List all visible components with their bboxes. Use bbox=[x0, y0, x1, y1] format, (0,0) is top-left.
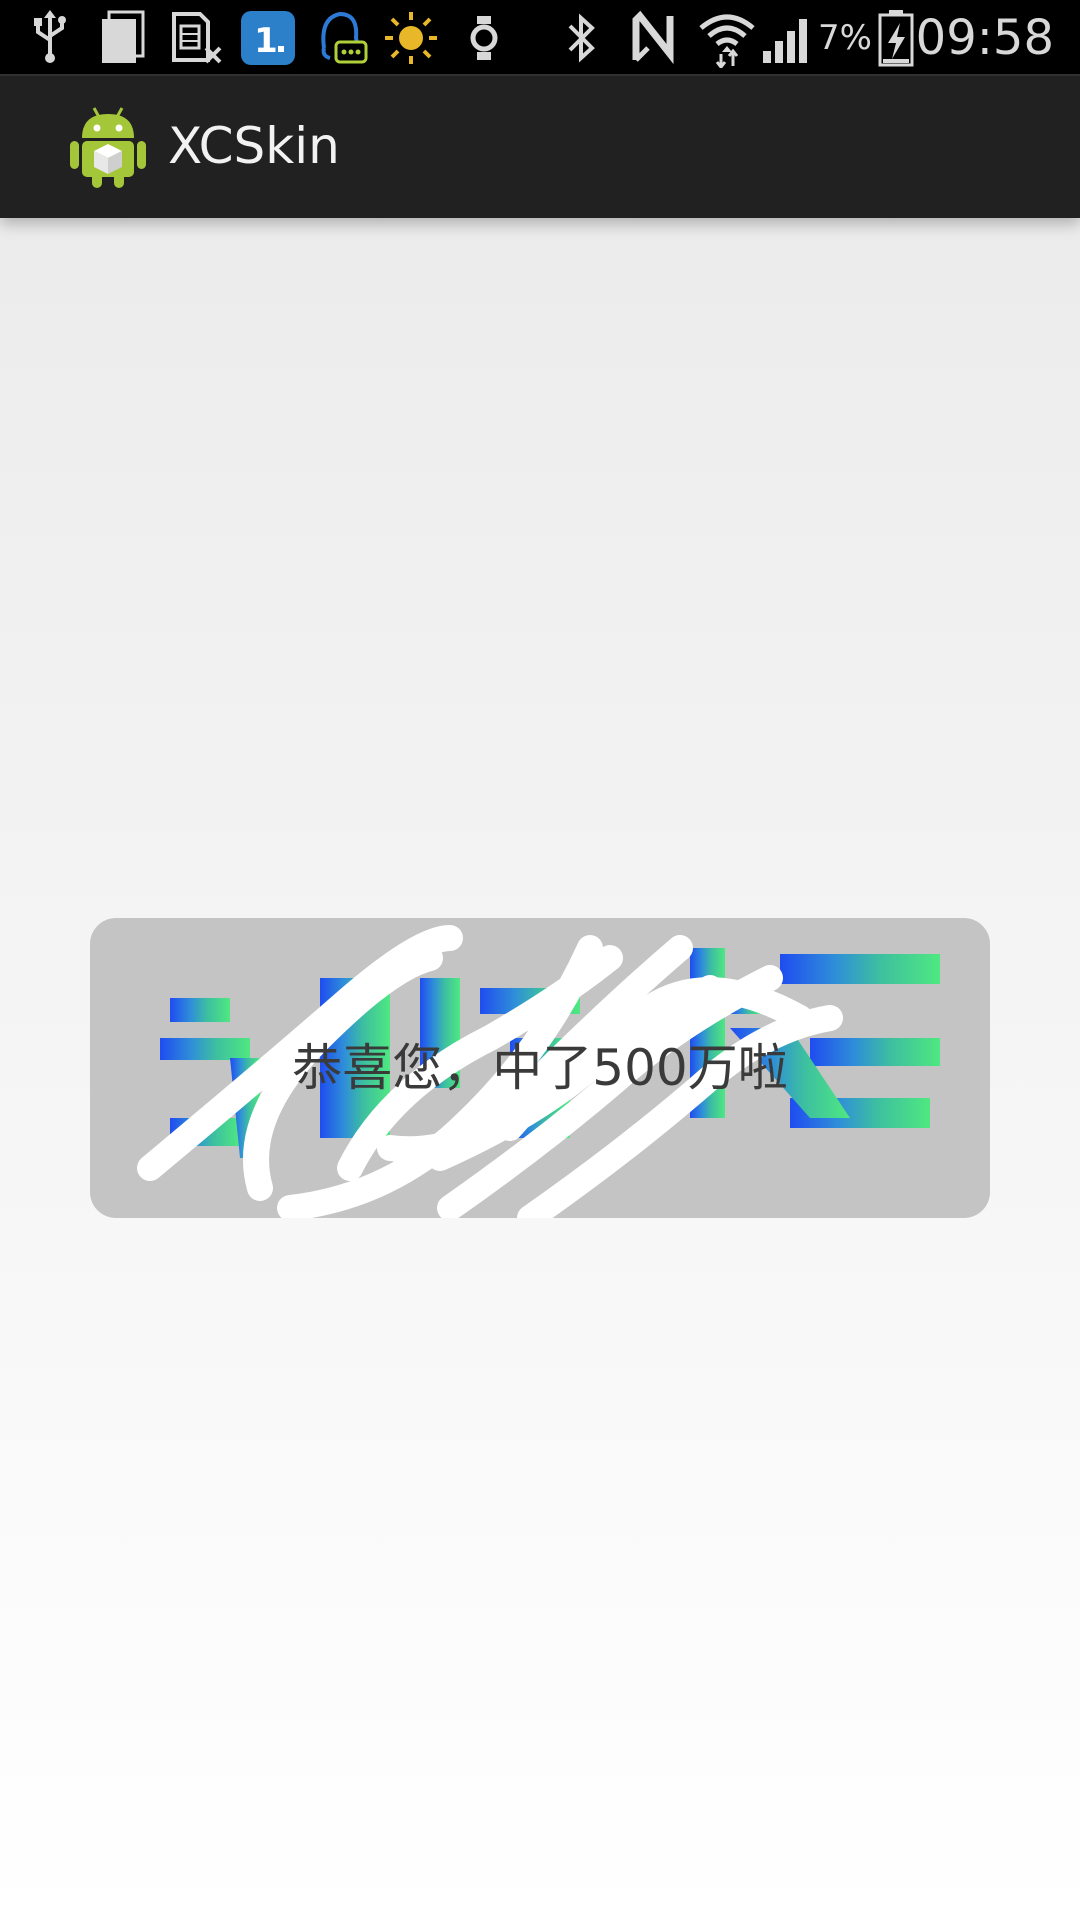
scratch-cover-graphic bbox=[137, 925, 940, 1218]
sim-card-icon bbox=[170, 8, 222, 68]
watch-icon bbox=[462, 8, 506, 68]
wifi-icon bbox=[696, 8, 758, 68]
svg-text:1: 1 bbox=[254, 21, 278, 61]
one-app-icon: 1 bbox=[240, 8, 296, 68]
chat-notification-icon bbox=[314, 8, 370, 68]
battery-percent: 7% bbox=[818, 18, 872, 58]
action-bar: XCSkin bbox=[0, 76, 1080, 218]
nfc-icon bbox=[628, 8, 684, 68]
usb-icon bbox=[28, 8, 72, 68]
status-bar: 1 7% 09:58 bbox=[0, 0, 1080, 76]
signal-icon bbox=[760, 8, 816, 68]
brightness-icon bbox=[382, 8, 440, 68]
clock-time: 09:58 bbox=[915, 10, 1054, 66]
android-icon[interactable] bbox=[68, 104, 148, 190]
copy-icon bbox=[98, 8, 148, 68]
bluetooth-icon bbox=[560, 8, 604, 68]
app-title: XCSkin bbox=[168, 117, 340, 175]
scratch-card[interactable]: 恭喜您，中了500万啦 bbox=[90, 918, 990, 1218]
battery-icon bbox=[876, 8, 916, 68]
